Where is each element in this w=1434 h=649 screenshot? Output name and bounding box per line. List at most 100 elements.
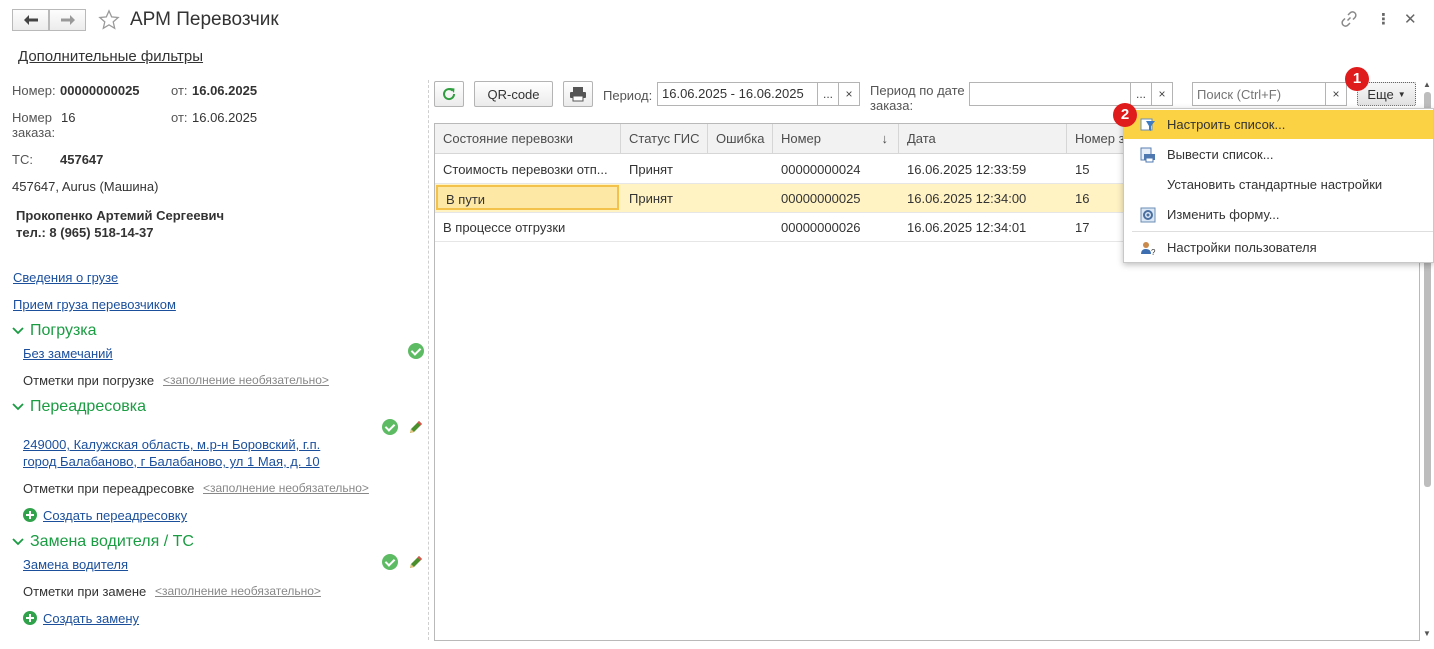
close-icon[interactable]: ✕ [1404, 10, 1417, 28]
output-list-icon [1140, 147, 1155, 163]
table-cell [708, 213, 773, 242]
additional-filters-link[interactable]: Дополнительные фильтры [18, 48, 203, 65]
period-input[interactable]: 16.06.2025 - 16.06.2025 [657, 82, 818, 106]
period-select-button[interactable]: ... [817, 82, 839, 106]
refresh-icon [443, 88, 456, 101]
panel-splitter[interactable] [428, 80, 429, 640]
driver-change-link[interactable]: Замена водителя [23, 557, 128, 572]
ts-label: ТС: [12, 152, 33, 167]
column-header-state[interactable]: Состояние перевозки [435, 124, 621, 154]
menu-item-label: Настройки пользователя [1167, 240, 1317, 255]
chevron-down-icon [12, 327, 24, 335]
table-cell-focused: В пути [436, 185, 619, 210]
menu-separator [1132, 231, 1433, 232]
create-driver-change-link[interactable]: Создать замену [43, 611, 139, 626]
readdress-address-line1[interactable]: 249000, Калужская область, м.р-н Боровск… [23, 437, 320, 452]
user-settings-icon: ? [1141, 242, 1156, 256]
print-button[interactable] [563, 81, 593, 107]
search-clear-button[interactable]: × [1325, 82, 1347, 106]
table-cell: 00000000024 [781, 162, 861, 177]
column-header-error[interactable]: Ошибка [708, 124, 773, 154]
vertical-dots-icon[interactable]: ⋮ [1376, 10, 1391, 28]
menu-item-label: Вывести список... [1167, 147, 1274, 162]
column-header-gis-status[interactable]: Статус ГИС [621, 124, 708, 154]
menu-item-label: Настроить список... [1167, 117, 1286, 132]
loading-notes-input[interactable]: <заполнение необязательно> [163, 373, 329, 387]
table-cell: Принят [629, 191, 674, 206]
driver-change-notes-input[interactable]: <заполнение необязательно> [155, 584, 321, 598]
section-driver-change-title: Замена водителя / ТС [30, 533, 194, 550]
section-loading[interactable]: Погрузка [12, 322, 97, 340]
arrow-right-icon [60, 15, 75, 25]
readdress-notes-label: Отметки при переадресовке [23, 481, 195, 496]
table-cell: 16.06.2025 12:33:59 [907, 162, 1027, 177]
pencil-icon[interactable] [408, 419, 424, 435]
menu-item-output-list[interactable]: Вывести список... [1124, 140, 1433, 169]
order-period-clear-button[interactable]: × [1151, 82, 1173, 106]
arrow-left-icon [23, 15, 38, 25]
order-period-label-2: заказа: [870, 98, 914, 113]
order-period-select-button[interactable]: ... [1130, 82, 1152, 106]
refresh-button[interactable] [434, 81, 464, 107]
loading-status-link[interactable]: Без замечаний [23, 346, 113, 361]
column-header-date[interactable]: Дата [899, 124, 1067, 154]
section-readdress[interactable]: Переадресовка [12, 398, 146, 416]
check-icon [408, 343, 424, 359]
star-outline-icon[interactable] [98, 9, 120, 31]
forward-button[interactable] [49, 9, 86, 31]
table-cell: Стоимость перевозки отп... [443, 162, 608, 177]
search-input[interactable] [1192, 82, 1326, 106]
menu-item-label: Изменить форму... [1167, 207, 1280, 222]
plus-icon [23, 611, 37, 625]
link-icon[interactable] [1341, 11, 1357, 27]
period-label: Период: [603, 88, 653, 103]
number-from-value: 16.06.2025 [192, 83, 258, 98]
pencil-icon[interactable] [408, 554, 424, 570]
menu-item-user-settings[interactable]: ? Настройки пользователя [1124, 233, 1433, 262]
order-period-label-1: Период по дате [870, 83, 965, 98]
table-cell: 16.06.2025 12:34:01 [907, 220, 1027, 235]
menu-item-reset-settings[interactable]: Установить стандартные настройки [1124, 170, 1433, 199]
cargo-info-link[interactable]: Сведения о грузе [13, 270, 118, 285]
column-header-number[interactable]: Номер ↓ [773, 124, 899, 154]
menu-item-label: Установить стандартные настройки [1167, 177, 1383, 192]
back-button[interactable] [12, 9, 49, 31]
more-button-label: Еще [1367, 86, 1394, 102]
table-cell [708, 184, 773, 213]
scroll-up-arrow[interactable]: ▲ [1423, 80, 1431, 89]
qr-code-button[interactable]: QR-code [474, 81, 553, 107]
readdress-address-line2[interactable]: город Балабаново, г Балабаново, ул 1 Мая… [23, 454, 320, 469]
menu-item-change-form[interactable]: Изменить форму... [1124, 200, 1433, 229]
table-cell [708, 155, 773, 184]
window-title: АРМ Перевозчик [130, 9, 279, 30]
order-period-input[interactable] [969, 82, 1131, 106]
plus-icon [23, 508, 37, 522]
sort-desc-icon: ↓ [881, 131, 889, 146]
section-loading-title: Погрузка [30, 322, 97, 339]
order-from-label: от: [171, 110, 188, 125]
annotation-badge-1: 1 [1345, 67, 1369, 91]
form-edit-icon [1140, 207, 1156, 223]
chevron-down-icon [12, 538, 24, 546]
check-icon [382, 554, 398, 570]
section-driver-change[interactable]: Замена водителя / ТС [12, 533, 194, 551]
order-number-value: 16 [61, 110, 76, 125]
more-actions-menu: Настроить список... Вывести список... Ус… [1123, 108, 1434, 263]
cargo-acceptance-link[interactable]: Прием груза перевозчиком [13, 297, 176, 312]
printer-icon [570, 87, 586, 102]
table-cell: 00000000026 [781, 220, 861, 235]
ts-value: 457647 [60, 152, 104, 167]
readdress-notes-input[interactable]: <заполнение необязательно> [203, 481, 369, 495]
table-cell: 16.06.2025 12:34:00 [907, 191, 1027, 206]
dropdown-arrow-icon: ▼ [1397, 89, 1406, 99]
number-value: 00000000025 [60, 83, 140, 98]
create-readdress-link[interactable]: Создать переадресовку [43, 508, 187, 523]
period-clear-button[interactable]: × [838, 82, 860, 106]
annotation-badge-2: 2 [1113, 103, 1137, 127]
number-label: Номер: [12, 83, 56, 98]
scroll-down-arrow[interactable]: ▼ [1423, 629, 1431, 638]
table-cell: В процессе отгрузки [443, 220, 566, 235]
order-from-value: 16.06.2025 [192, 110, 258, 125]
number-from-label: от: [171, 83, 188, 98]
menu-item-configure-list[interactable]: Настроить список... [1124, 110, 1433, 139]
